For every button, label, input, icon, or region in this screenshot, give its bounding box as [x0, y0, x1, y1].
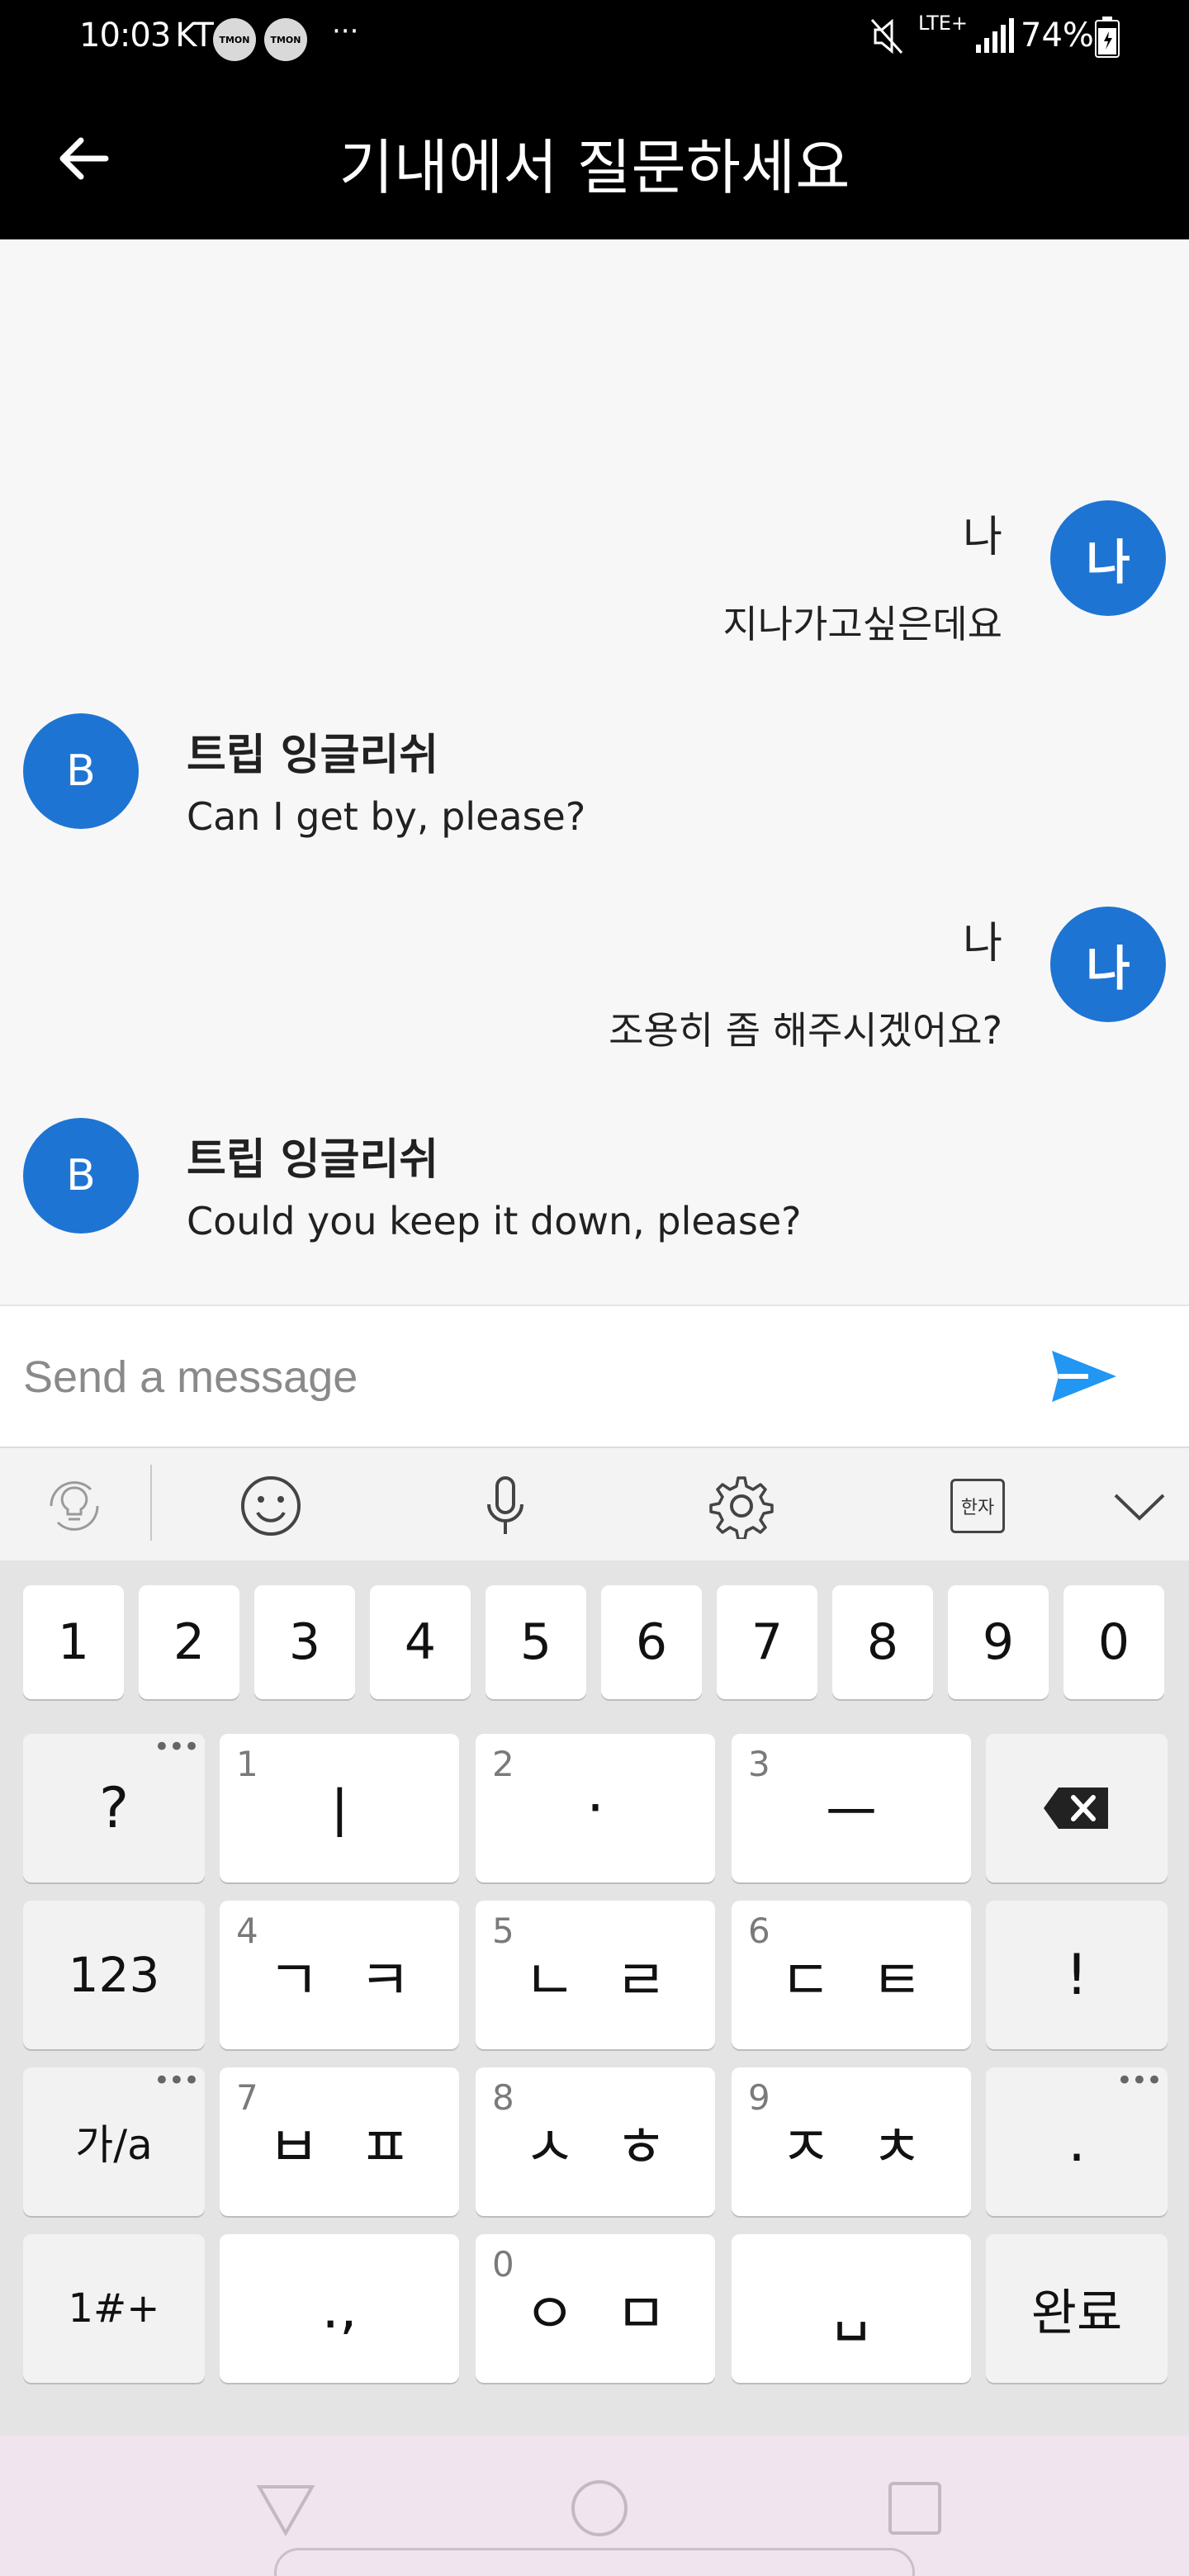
hanja-button[interactable]: 한자: [945, 1473, 1011, 1539]
smart-suggest-button[interactable]: [41, 1473, 107, 1539]
key-vowel-i[interactable]: 1 ㅣ: [220, 1734, 459, 1882]
key-3[interactable]: 3: [254, 1585, 355, 1699]
chevron-down-icon: [1114, 1494, 1165, 1521]
message-sender-name: 트립 잉글리쉬: [187, 731, 439, 780]
done-button[interactable]: 완료: [986, 2234, 1168, 2383]
status-time: 10:03 KT: [79, 17, 214, 54]
keyboard-toolbar: 한자: [0, 1447, 1189, 1560]
key-digeut[interactable]: 6 ㄷㅌ: [732, 1901, 971, 2049]
mute-icon: [870, 18, 903, 54]
more-punctuation-icon: •••: [1116, 2064, 1163, 2097]
toolbar-divider: [150, 1465, 152, 1541]
back-triangle-icon[interactable]: [253, 2475, 319, 2541]
status-bar: 10:03 KT TMON TMON ··· LTE+ 74%: [0, 0, 1189, 76]
send-button[interactable]: [1047, 1339, 1121, 1413]
tmon-notification-icon: TMON: [213, 18, 256, 61]
message-sender-name: 나: [963, 513, 1002, 562]
signal-icon: [976, 18, 1014, 53]
key-comma-period[interactable]: .,: [220, 2234, 459, 2383]
avatar: 나: [1050, 500, 1166, 616]
tmon-notification-icon: TMON: [264, 18, 307, 61]
gesture-pill: [274, 2548, 915, 2576]
key-1[interactable]: 1: [23, 1585, 124, 1699]
key-2[interactable]: 2: [139, 1585, 239, 1699]
lte-icon: LTE+: [918, 12, 968, 35]
message-text: 지나가고싶은데요: [722, 602, 1002, 646]
more-notifications-icon: ···: [332, 15, 359, 48]
key-ieung[interactable]: 0 ㅇㅁ: [476, 2234, 715, 2383]
avatar: 나: [1050, 907, 1166, 1022]
key-nieun[interactable]: 5 ㄴㄹ: [476, 1901, 715, 2049]
hanja-icon: 한자: [950, 1479, 1005, 1533]
key-0[interactable]: 0: [1063, 1585, 1164, 1699]
key-9[interactable]: 9: [948, 1585, 1049, 1699]
key-jieut[interactable]: 9 ㅈㅊ: [732, 2067, 971, 2216]
key-6[interactable]: 6: [601, 1585, 702, 1699]
battery-percentage: 74%: [1021, 17, 1094, 54]
backspace-button[interactable]: [986, 1734, 1168, 1882]
microphone-icon: [487, 1476, 523, 1534]
message-sender-name: 나: [963, 919, 1002, 968]
more-options-icon: •••: [153, 2064, 200, 2097]
avatar: B: [23, 1118, 139, 1234]
key-period[interactable]: ••• .: [986, 2064, 1168, 2216]
battery-icon: [1095, 17, 1120, 58]
app-bar: 기내에서 질문하세요: [0, 76, 1189, 239]
key-symbols[interactable]: 1#+: [23, 2234, 205, 2383]
avatar: B: [23, 713, 139, 829]
keyboard: 1 2 3 4 5 6 7 8 9 0 ••• ? 1 ㅣ 2 · 3 ㅡ 12…: [0, 1560, 1189, 2436]
home-circle-icon[interactable]: [566, 2475, 632, 2541]
message-text: 조용히 좀 해주시겠어요?: [609, 1008, 1002, 1053]
more-symbols-icon: •••: [153, 1731, 200, 1764]
key-123[interactable]: 123: [23, 1901, 205, 2049]
message-text: Can I get by, please?: [187, 794, 586, 839]
space-key[interactable]: ␣: [732, 2234, 971, 2383]
smiley-icon: [241, 1476, 301, 1536]
message-input[interactable]: [23, 1336, 997, 1418]
chat-messages[interactable]: 나 나 지나가고싶은데요 B 트립 잉글리쉬 Can I get by, ple…: [0, 239, 1189, 1305]
key-vowel-eu[interactable]: 3 ㅡ: [732, 1734, 971, 1882]
page-title: 기내에서 질문하세요: [339, 133, 850, 202]
key-bieup[interactable]: 7 ㅂㅍ: [220, 2067, 459, 2216]
voice-input-button[interactable]: [472, 1473, 538, 1539]
key-7[interactable]: 7: [717, 1585, 817, 1699]
key-exclamation[interactable]: !: [986, 1901, 1168, 2049]
message-text: Could you keep it down, please?: [187, 1199, 802, 1243]
language-switch-button[interactable]: ••• 가/a: [23, 2064, 205, 2216]
message-composer: [0, 1305, 1189, 1447]
key-5[interactable]: 5: [486, 1585, 586, 1699]
send-icon: [1052, 1351, 1116, 1402]
key-8[interactable]: 8: [832, 1585, 933, 1699]
key-vowel-dot[interactable]: 2 ·: [476, 1734, 715, 1882]
recents-square-icon[interactable]: [882, 2475, 948, 2541]
emoji-button[interactable]: [238, 1473, 304, 1539]
keyboard-settings-button[interactable]: [708, 1473, 775, 1539]
navigation-bar: [0, 2436, 1189, 2576]
key-giyeok[interactable]: 4 ㄱㅋ: [220, 1901, 459, 2049]
message-sender-name: 트립 잉글리쉬: [187, 1135, 439, 1185]
key-question[interactable]: ••• ?: [23, 1731, 205, 1882]
lightbulb-refresh-icon: [50, 1481, 99, 1531]
hide-keyboard-button[interactable]: [1106, 1473, 1172, 1539]
backspace-icon: [1044, 1788, 1108, 1829]
gear-icon: [709, 1476, 774, 1539]
key-4[interactable]: 4: [370, 1585, 471, 1699]
key-siot[interactable]: 8 ㅅㅎ: [476, 2067, 715, 2216]
